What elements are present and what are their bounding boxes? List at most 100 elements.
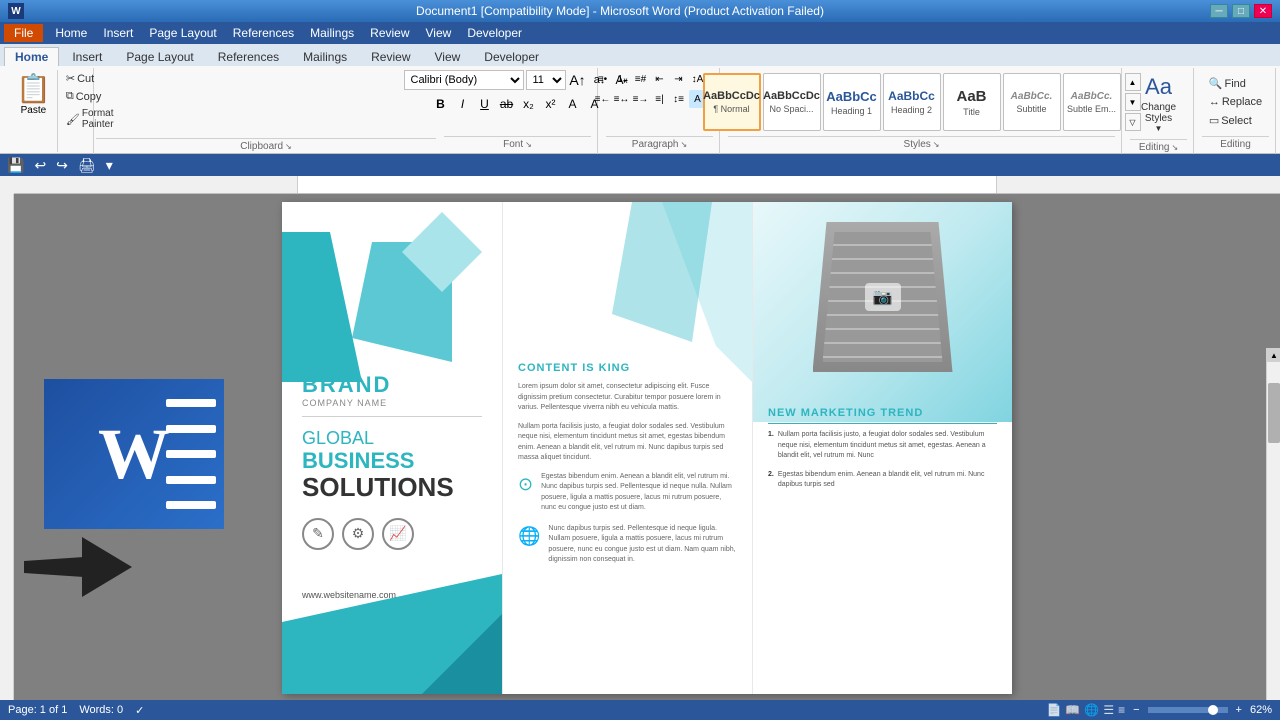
bullets-button[interactable]: ≡• [594,70,612,88]
style-subtle-em[interactable]: AaBbCc. Subtle Em... [1063,73,1121,131]
ribbon-tab-developer[interactable]: Developer [473,47,550,66]
redo-qa-button[interactable]: ↪ [53,157,71,174]
word-app-icon: W [8,3,24,19]
doc-page: BRAND COMPANY NAME GLOBAL BUSINESS SOLUT… [282,202,1012,694]
style-heading1[interactable]: AaBbCc Heading 1 [823,73,881,131]
style-heading2[interactable]: AaBbCc Heading 2 [883,73,941,131]
home-tab[interactable]: Home [47,24,95,42]
ribbon-tab-references[interactable]: References [207,47,290,66]
font-grow-button[interactable]: A↑ [568,70,588,90]
review-tab[interactable]: Review [362,24,417,42]
word-w-letter: W [98,413,170,496]
font-expand[interactable]: ↘ [525,140,532,149]
outline-icon[interactable]: ☰ [1103,703,1114,717]
zoom-in-button[interactable]: + [1236,704,1242,716]
mid-deco-top [552,202,752,402]
left-sidebar [0,194,14,702]
ribbon-tab-insert[interactable]: Insert [61,47,113,66]
ribbon-tab-mailings[interactable]: Mailings [292,47,358,66]
select-button[interactable]: ▭ Select [1205,112,1266,129]
superscript-button[interactable]: x² [541,94,561,114]
styles-expand[interactable]: ↘ [933,140,940,149]
align-center[interactable]: ≡↔ [613,90,631,108]
draft-icon[interactable]: ≡ [1118,703,1125,717]
right-scrollbar[interactable]: ▲ ▼ [1266,348,1280,702]
style-normal[interactable]: AaBbCcDc ¶ Normal [703,73,761,131]
word-line [166,425,216,433]
cut-button[interactable]: ✂ Cut [62,70,118,87]
align-left[interactable]: ≡← [594,90,612,108]
style-no-spacing[interactable]: AaBbCcDc No Spaci... [763,73,821,131]
align-right[interactable]: ≡→ [632,90,650,108]
clipboard-group: 📋 Paste ✂ Cut ⧉ Copy 🖌 Format Painter [4,68,94,154]
undo-qa-button[interactable]: ↩ [31,157,49,174]
web-layout-icon[interactable]: 🌐 [1084,703,1099,717]
scroll-track[interactable] [1267,362,1280,702]
font-name-select[interactable]: Calibri (Body) [404,70,524,90]
justify[interactable]: ≡| [651,90,669,108]
full-read-icon[interactable]: 📖 [1065,703,1080,717]
ribbon-tab-page-layout[interactable]: Page Layout [115,47,204,66]
qa-expand[interactable]: ▾ [103,157,116,174]
change-styles-icon: Aa [1145,74,1172,100]
scroll-up-button[interactable]: ▲ [1267,348,1280,362]
restore-button[interactable]: □ [1232,4,1250,18]
zoom-out-button[interactable]: − [1133,704,1139,716]
style-subtitle[interactable]: AaBbCc. Subtitle [1003,73,1061,131]
zoom-slider[interactable] [1148,707,1228,713]
ribbon-tab-view[interactable]: View [424,47,472,66]
references-tab[interactable]: References [225,24,302,42]
menu-bar: File Home Insert Page Layout References … [0,22,1280,44]
ribbon-tab-review[interactable]: Review [360,47,421,66]
bold-button[interactable]: B [431,94,451,114]
style-title[interactable]: AaB Title [943,73,1001,131]
font-size-select[interactable]: 11 [526,70,566,90]
minimize-button[interactable]: ─ [1210,4,1228,18]
close-button[interactable]: ✕ [1254,4,1272,18]
word-line [166,476,216,484]
brand-divider [302,416,482,417]
page-layout-tab[interactable]: Page Layout [141,24,224,42]
ribbon-tab-home[interactable]: Home [4,47,59,66]
insert-tab[interactable]: Insert [95,24,141,42]
mailings-tab[interactable]: Mailings [302,24,362,42]
scroll-thumb[interactable] [1268,383,1280,443]
print-view-icon[interactable]: 📄 [1046,703,1061,717]
spell-check-icon[interactable]: ✓ [135,704,144,717]
format-painter-button[interactable]: 🖌 Format Painter [62,106,118,132]
ruler [14,176,1280,194]
replace-button[interactable]: ↔ Replace [1205,94,1266,110]
developer-tab[interactable]: Developer [459,24,530,42]
increase-indent[interactable]: ⇥ [670,70,688,88]
decrease-indent[interactable]: ⇤ [651,70,669,88]
paragraph-expand[interactable]: ↘ [681,140,688,149]
circle-icon-3: 📈 [382,518,414,550]
word-lines [166,399,216,509]
view-tab[interactable]: View [418,24,460,42]
clipboard-expand[interactable]: ↘ [285,142,292,151]
editing-expand[interactable]: ↘ [1171,143,1178,152]
styles-group: AaBbCcDc ¶ Normal AaBbCcDc No Spaci... A… [722,68,1122,154]
word-count: Words: 0 [79,704,123,716]
paste-label: Paste [21,105,47,116]
line-spacing[interactable]: ↕≡ [670,90,688,108]
paste-button[interactable]: 📋 Paste [10,70,58,152]
doc-area: W [0,194,1280,702]
word-line [166,501,216,509]
print-qa-button[interactable]: 🖨 [75,157,99,174]
multilevel-button[interactable]: ≡# [632,70,650,88]
italic-button[interactable]: I [453,94,473,114]
ribbon-content: 📋 Paste ✂ Cut ⧉ Copy 🖌 Format Painter Cl… [0,66,1280,154]
zoom-level[interactable]: 62% [1250,704,1272,716]
strikethrough-button[interactable]: ab [497,94,517,114]
highlight-button[interactable]: A [563,94,583,114]
save-qa-button[interactable]: 💾 [4,157,27,174]
numbering-button[interactable]: 1. [613,70,631,88]
copy-button[interactable]: ⧉ Copy [62,88,118,105]
find-button[interactable]: 🔍 Find [1205,75,1266,92]
underline-button[interactable]: U [475,94,495,114]
file-menu[interactable]: File [4,24,43,42]
website-url: www.websitename.com [302,590,482,600]
change-styles-button[interactable]: Aa Change Styles ▼ [1129,70,1189,137]
subscript-button[interactable]: x₂ [519,94,539,114]
